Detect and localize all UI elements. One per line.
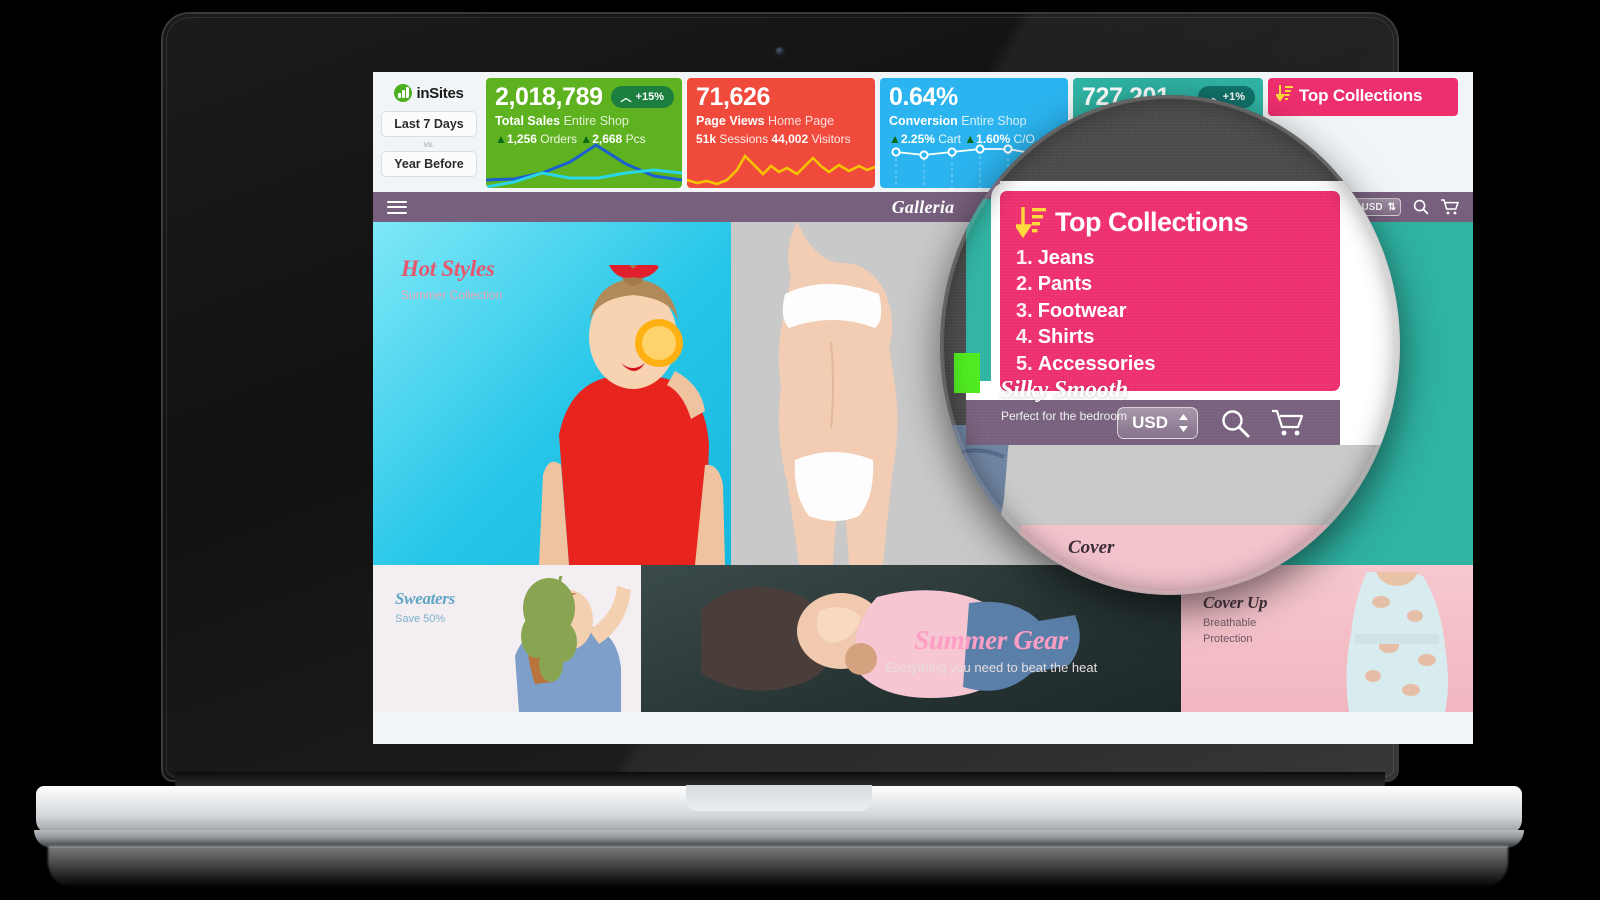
magnifier-callout: Cover Top Collections 1. Jeans 2. Pants … [940, 95, 1400, 595]
hero-title: Cover Up [1203, 593, 1268, 612]
kpi-subtitle: Total Sales Entire Shop [495, 114, 673, 129]
sparkline-chart [687, 153, 875, 186]
date-range-current[interactable]: Last 7 Days [381, 111, 477, 137]
list-item-rank: 3. [1016, 299, 1033, 322]
hero-tile-sweaters[interactable]: Sweaters Save 50% [373, 565, 641, 712]
webcam-icon [775, 47, 785, 56]
list-item-label: Footwear [1037, 299, 1127, 322]
status-badge: ︿ +15% [610, 86, 674, 108]
date-range-vs-label: vs. [423, 139, 435, 149]
laptop-base [34, 785, 1524, 848]
laptop-base-notch [686, 785, 872, 811]
search-icon[interactable] [1413, 199, 1429, 215]
list-item[interactable]: 3. Footwear [1016, 298, 1324, 324]
hero-title: Silky Smooth [1000, 377, 1128, 403]
app-logo-text: inSites [416, 84, 464, 102]
hero-title: Sweaters [395, 589, 455, 608]
model-photo-hot-styles [539, 265, 725, 565]
list-item-rank: 4. [1016, 326, 1033, 349]
list-item[interactable]: 4. Shirts [1016, 324, 1324, 350]
dashboard-sidebar: inSites Last 7 Days vs. Year Before [377, 78, 481, 188]
mag-jeans-photo [940, 425, 1010, 595]
search-icon[interactable] [1220, 408, 1250, 438]
list-item-label: Pants [1037, 273, 1093, 296]
hero-caption-cover-up: Cover Up Breathable Protection [1203, 593, 1267, 648]
hero-subtitle: Save 50% [395, 613, 446, 625]
app-logo: inSites [394, 84, 464, 102]
mag-card-header: Top Collections [1016, 205, 1324, 239]
list-item-label: Shirts [1037, 326, 1095, 349]
date-range-compare[interactable]: Year Before [381, 151, 477, 177]
hero-caption-silky-smooth: Silky Smooth Perfect for the bedroom [969, 377, 1159, 423]
magnifier-lens: Cover Top Collections 1. Jeans 2. Pants … [940, 95, 1400, 595]
mag-collections-list: 1. Jeans 2. Pants 3. Footwear 4. Shirts … [1016, 245, 1324, 377]
kpi-title: Page Views [696, 114, 765, 129]
shopping-cart-icon[interactable] [1441, 199, 1459, 215]
mag-cover-title: Cover [1068, 537, 1115, 558]
list-item-label: Jeans [1037, 247, 1095, 269]
sort-descending-icon [1016, 207, 1046, 239]
shopping-cart-icon[interactable] [1272, 409, 1304, 437]
hero-subtitle: Perfect for the bedroom [1000, 409, 1128, 423]
mag-card-title: Top Collections [1055, 206, 1249, 237]
mag-top-collections-card[interactable]: Top Collections 1. Jeans 2. Pants 3. Foo… [1000, 191, 1340, 391]
sparkline-chart [486, 143, 682, 188]
hero-subtitle: Breathable Protection [1203, 617, 1257, 645]
shop-footer [373, 712, 1473, 744]
hamburger-menu-icon[interactable] [387, 197, 407, 217]
kpi-subtitle: Page Views Home Page [696, 114, 866, 129]
mag-teal-strip [966, 181, 992, 381]
chevron-up-icon: ︿ [620, 92, 632, 104]
hero-title: Summer Gear [914, 625, 1068, 655]
kpi-scope: Entire Shop [563, 114, 629, 129]
badge-value: +15% [635, 91, 664, 103]
hero-tile-hot-styles[interactable]: Hot Styles Summer Collection [373, 222, 731, 565]
kpi-value: 71,626 [696, 83, 771, 111]
mag-purple-strip [940, 177, 1000, 199]
model-photo-sweaters [515, 575, 631, 712]
laptop-reflection [48, 846, 1508, 888]
hero-caption-summer-gear: Summer Gear Everything you need to beat … [811, 625, 1171, 675]
list-item-label: Accessories [1037, 352, 1156, 375]
magnifier-content: Cover Top Collections 1. Jeans 2. Pants … [940, 95, 1400, 595]
bar-chart-icon [394, 84, 413, 102]
kpi-card-total-sales[interactable]: 2,018,789 ︿ +15% Total Sales Entire Shop… [486, 78, 682, 188]
list-item-rank: 5. [1016, 352, 1033, 375]
hero-subtitle: Summer Collection [401, 288, 503, 302]
list-item[interactable]: 2. Pants [1016, 271, 1324, 297]
list-item-rank: 2. [1016, 273, 1033, 296]
kpi-title: Total Sales [495, 114, 561, 129]
list-item[interactable]: 5. Accessories [1016, 351, 1324, 377]
model-photo-silky-smooth [778, 222, 898, 565]
hero-subtitle: Everything you need to beat the heat [884, 660, 1098, 675]
stepper-arrows-icon [1179, 413, 1188, 432]
list-item[interactable]: 1. Jeans [1016, 245, 1324, 271]
hero-caption-hot-styles: Hot Styles Summer Collection [401, 256, 502, 302]
hero-title: Hot Styles [401, 256, 495, 281]
hero-caption-sweaters: Sweaters Save 50% [395, 589, 455, 625]
kpi-scope: Home Page [768, 114, 835, 129]
mag-pink-panel [1020, 525, 1350, 595]
list-item-rank: 1. [1016, 247, 1033, 269]
screenshot-stage: inSites Last 7 Days vs. Year Before 2,01… [0, 0, 1600, 900]
kpi-card-page-views[interactable]: 71,626 Page Views Home Page 51k Sessions… [687, 78, 875, 188]
